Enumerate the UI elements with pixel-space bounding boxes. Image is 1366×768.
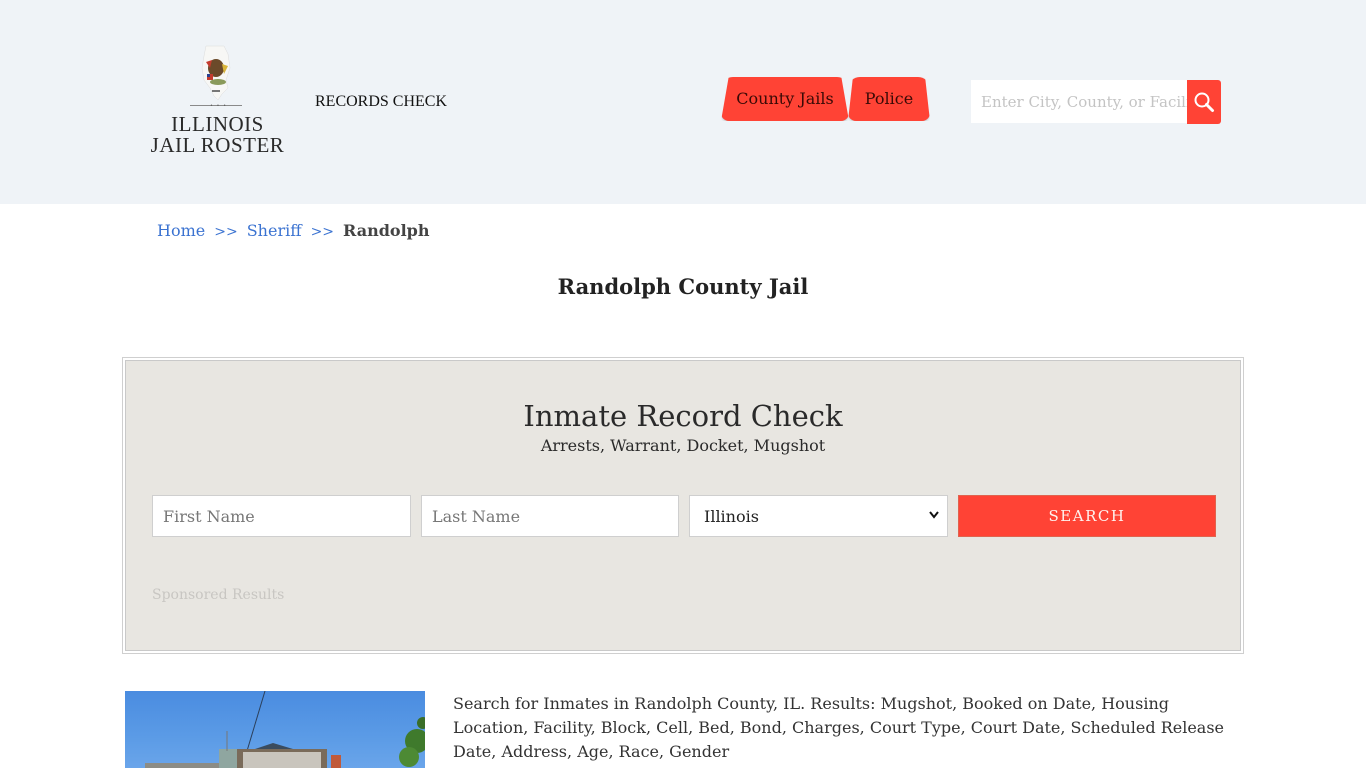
tab-county-jails[interactable]: County Jails <box>721 77 849 121</box>
breadcrumb: Home >> Sheriff >> Randolph <box>157 221 429 240</box>
breadcrumb-home[interactable]: Home <box>157 221 205 240</box>
jail-photo <box>125 691 425 768</box>
logo-dots: • • • <box>210 103 228 109</box>
first-name-input[interactable] <box>152 495 411 537</box>
facility-search-input[interactable] <box>971 80 1187 123</box>
record-check-subtitle: Arrests, Warrant, Docket, Mugshot <box>540 436 826 455</box>
state-select[interactable]: Illinois <box>689 495 948 537</box>
search-button[interactable] <box>1187 80 1221 124</box>
search-icon <box>1194 92 1214 112</box>
logo-line-2: JAIL ROSTER <box>150 133 285 157</box>
breadcrumb-current: Randolph <box>343 221 430 240</box>
record-check-form: Inmate Record Check Arrests, Warrant, Do… <box>125 360 1241 651</box>
logo-text: ILLINOIS JAIL ROSTER <box>150 114 285 156</box>
inmate-record-check-panel: Inmate Record Check Arrests, Warrant, Do… <box>122 357 1244 654</box>
record-search-button[interactable]: SEARCH <box>958 495 1216 537</box>
records-check-link[interactable]: RECORDS CHECK <box>315 93 447 111</box>
record-check-title: Inmate Record Check <box>523 399 843 433</box>
breadcrumb-sheriff[interactable]: Sheriff <box>247 221 302 240</box>
sponsored-results-label: Sponsored Results <box>152 587 285 603</box>
breadcrumb-separator: >> <box>310 224 335 240</box>
county-description: Search for Inmates in Randolph County, I… <box>453 694 1225 761</box>
page-title: Randolph County Jail <box>557 274 809 299</box>
illinois-seal-icon <box>201 45 231 101</box>
site-header: • • • ILLINOIS JAIL ROSTER RECORDS CHECK… <box>0 0 1366 204</box>
site-logo[interactable]: • • • ILLINOIS JAIL ROSTER <box>150 44 285 162</box>
jail-building-image <box>145 691 425 768</box>
last-name-input[interactable] <box>421 495 679 537</box>
tab-police[interactable]: Police <box>848 77 930 121</box>
breadcrumb-separator: >> <box>214 224 238 240</box>
logo-line-1: ILLINOIS <box>171 112 264 136</box>
